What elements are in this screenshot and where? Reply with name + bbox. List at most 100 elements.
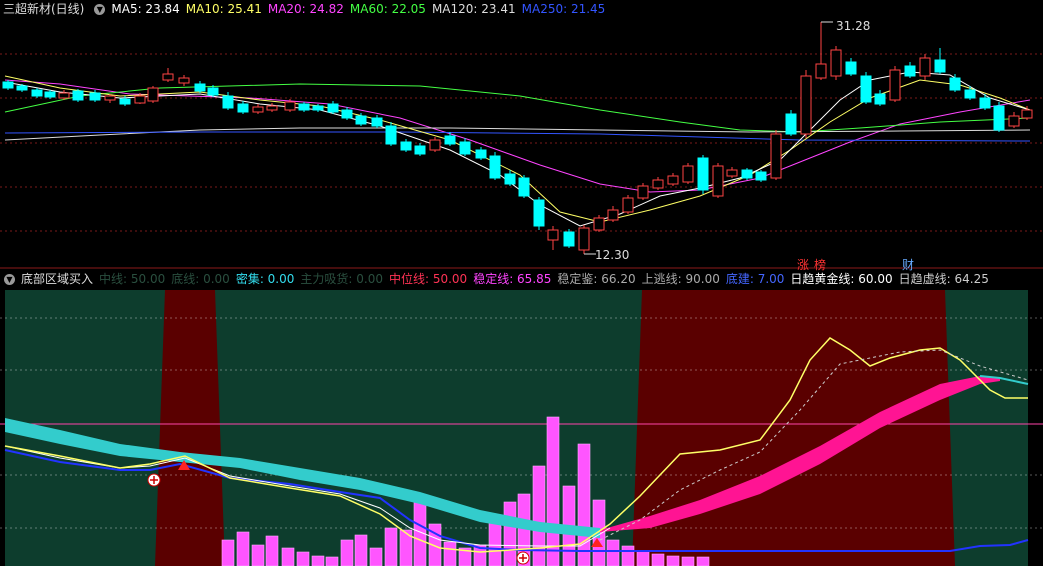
candle-body xyxy=(1021,109,1033,119)
histogram-bar xyxy=(296,551,310,566)
candle-body xyxy=(298,103,310,111)
candle-body xyxy=(593,217,605,231)
candle-body xyxy=(1008,115,1020,127)
candle-body xyxy=(44,91,56,98)
high-price-label: 31.28 xyxy=(836,19,871,33)
candle-body xyxy=(518,177,530,197)
ma60-line xyxy=(4,83,1031,133)
histogram-bar xyxy=(311,555,325,566)
zone-red xyxy=(165,290,215,566)
indicator-param: 日趋黄金线: 60.00 xyxy=(790,272,893,286)
histogram-bar xyxy=(221,539,235,566)
ma-legend: MA5: 23.84 MA10: 25.41 MA20: 24.82 MA60: 22… xyxy=(111,2,611,16)
histogram-bar xyxy=(651,553,665,566)
price-header: 三超新材(日线) ▼ MA5: 23.84 MA10: 25.41 MA20: 24.8… xyxy=(0,0,1043,18)
candle-body xyxy=(993,105,1005,131)
candle-body xyxy=(547,229,559,241)
histogram-bar xyxy=(325,556,339,566)
candle-body xyxy=(785,113,797,135)
indicator-param: 日趋虚线: 64.25 xyxy=(898,272,989,286)
candle-body xyxy=(429,139,441,151)
ma-legend-item: MA10: 25.41 xyxy=(185,2,262,16)
histogram-bar xyxy=(606,539,620,566)
collapse-icon[interactable]: ▼ xyxy=(4,274,15,285)
candle-body xyxy=(904,65,916,77)
candle-body xyxy=(934,59,946,73)
candle-body xyxy=(578,227,590,251)
candle-body xyxy=(667,175,679,185)
candle-body xyxy=(178,77,190,84)
candle-body xyxy=(504,173,516,185)
indicator-params: 中线: 50.00 底线: 0.00 密集: 0.00 主力吸货: 0.00 中位线: … xyxy=(99,272,995,286)
candle-body xyxy=(830,49,842,77)
indicator-param: 上逃线: 90.00 xyxy=(641,272,720,286)
candle-body xyxy=(355,115,367,125)
candle-body xyxy=(194,83,206,92)
histogram-bar xyxy=(696,556,710,566)
stock-title[interactable]: 三超新材(日线) xyxy=(3,2,84,16)
candle-body xyxy=(162,73,174,81)
indicator-param: 底线: 0.00 xyxy=(171,272,230,286)
candle-body xyxy=(889,69,901,101)
candle-body xyxy=(475,149,487,159)
candle-body xyxy=(414,145,426,155)
candle-body xyxy=(312,105,324,111)
histogram-bar xyxy=(636,550,650,566)
candle-body xyxy=(949,77,961,91)
ma250-line xyxy=(4,131,1031,142)
candle-body xyxy=(533,199,545,227)
candle-body xyxy=(237,103,249,113)
candle-body xyxy=(607,209,619,221)
candle-body xyxy=(712,165,724,197)
candle-body xyxy=(16,85,28,91)
candle-body xyxy=(72,90,84,101)
candle-body xyxy=(919,57,931,77)
candle-body xyxy=(327,103,339,113)
candle-body xyxy=(637,185,649,199)
collapse-icon[interactable]: ▼ xyxy=(94,4,106,15)
news-badge[interactable]: 涨 xyxy=(797,256,809,273)
indicator-header: ▼ 底部区域买入 中线: 50.00 底线: 0.00 密集: 0.00 主力吸货: 0.… xyxy=(0,270,1043,288)
indicator-param: 中线: 50.00 xyxy=(99,272,166,286)
candle-body xyxy=(400,141,412,151)
histogram-bar xyxy=(354,534,368,566)
candle-body xyxy=(755,171,767,181)
candle-body xyxy=(979,97,991,109)
candle-body xyxy=(252,106,264,113)
candle-body xyxy=(222,95,234,109)
candle-body xyxy=(119,98,131,105)
candle-body xyxy=(874,93,886,105)
candle-body xyxy=(385,125,397,145)
histogram-bar xyxy=(666,555,680,566)
indicator-title[interactable]: 底部区域买入 xyxy=(21,272,93,286)
candle-body xyxy=(622,197,634,213)
candle-body xyxy=(489,155,501,179)
candle-body xyxy=(563,231,575,247)
candle-body xyxy=(266,105,278,111)
candle-body xyxy=(207,87,219,96)
ma-legend-item: MA60: 22.05 xyxy=(349,2,426,16)
news-badge[interactable]: 财 xyxy=(902,256,914,273)
candle-body xyxy=(284,101,296,111)
indicator-param: 稳定线: 65.85 xyxy=(473,272,552,286)
ma-legend-item: MA5: 23.84 xyxy=(111,2,180,16)
indicator-param: 底建: 7.00 xyxy=(725,272,785,286)
news-badge[interactable]: 榜 xyxy=(814,256,826,273)
candle-body xyxy=(31,89,43,97)
candle-body xyxy=(845,61,857,75)
ma-legend-item: MA120: 23.41 xyxy=(431,2,516,16)
histogram-bar xyxy=(236,531,250,566)
candle-body xyxy=(652,179,664,189)
candle-body xyxy=(800,75,812,135)
ma-legend-item: MA250: 21.45 xyxy=(521,2,606,16)
histogram-bar xyxy=(384,527,398,566)
histogram-bar xyxy=(503,501,517,566)
zone-red xyxy=(642,290,945,566)
candle-body xyxy=(371,117,383,127)
ma120-line xyxy=(4,127,1031,141)
candle-body xyxy=(741,169,753,179)
candle-body xyxy=(2,81,14,89)
indicator-param: 中位线: 50.00 xyxy=(388,272,468,286)
indicator-param: 密集: 0.00 xyxy=(235,272,295,286)
candle-body xyxy=(860,75,872,103)
